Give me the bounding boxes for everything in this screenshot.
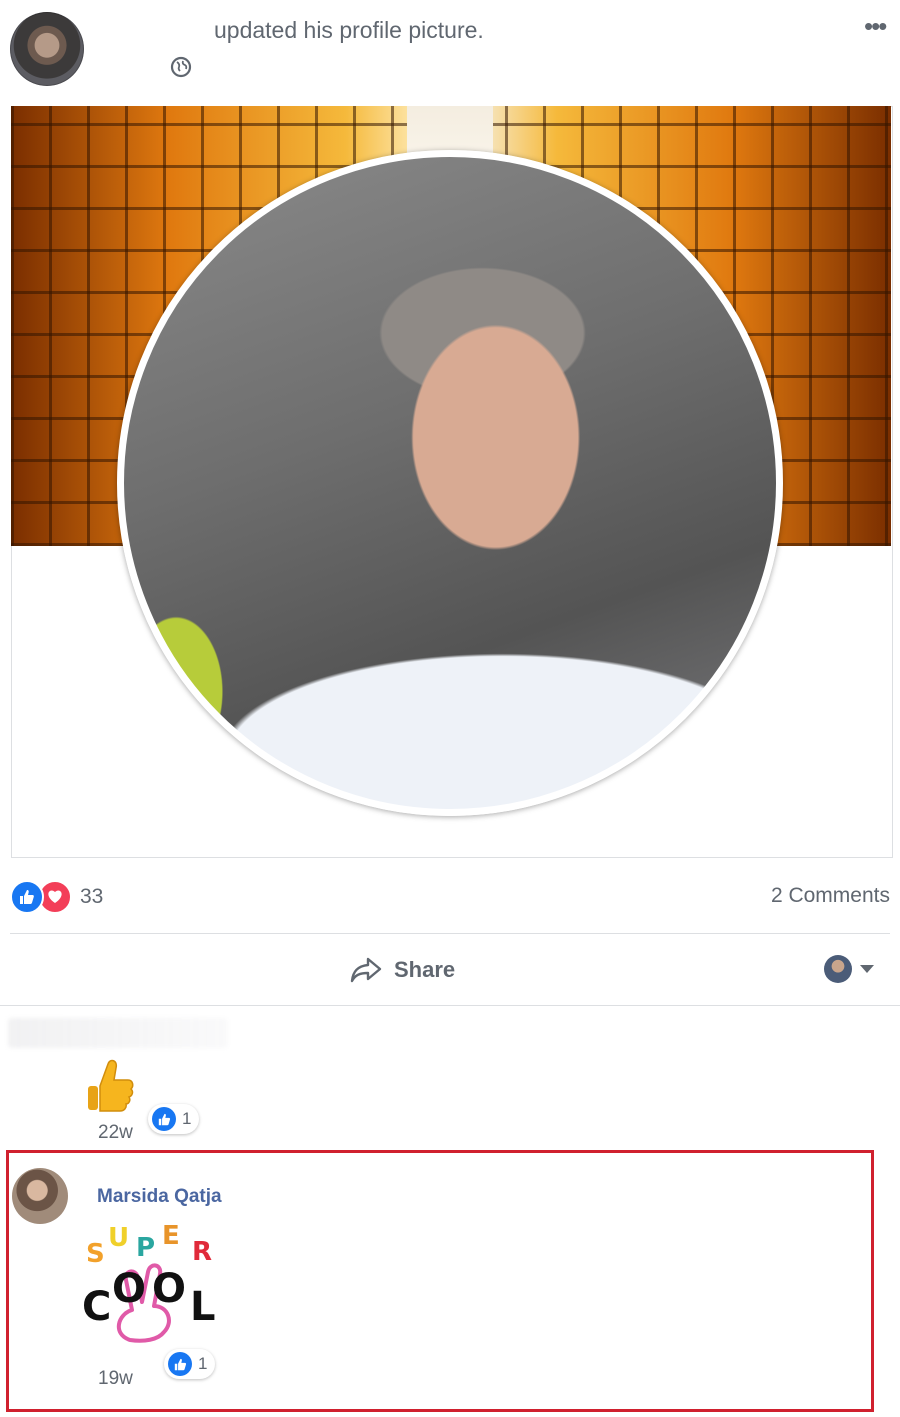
comment-timestamp[interactable]: 19w xyxy=(98,1368,133,1390)
audience-selector[interactable] xyxy=(824,955,874,983)
sticker-letter: O xyxy=(112,1266,146,1312)
divider xyxy=(10,933,890,934)
like-icon xyxy=(168,1352,192,1376)
comment-timestamp[interactable]: 22w xyxy=(98,1122,133,1144)
reaction-count: 33 xyxy=(80,885,104,908)
comment-count-link[interactable]: 2 Comments xyxy=(771,884,890,908)
sticker-letter: S xyxy=(86,1239,105,1269)
sticker-letter: P xyxy=(136,1233,155,1263)
commenter-avatar[interactable] xyxy=(12,1168,68,1224)
like-reaction-icon xyxy=(10,880,44,914)
comment-like-count[interactable]: 1 xyxy=(164,1349,216,1379)
chevron-down-icon xyxy=(860,965,874,973)
divider xyxy=(0,1005,900,1006)
share-label: Share xyxy=(394,957,456,982)
thumbs-up-emoji-icon xyxy=(88,1059,134,1112)
commenter-name[interactable]: Marsida Qatja xyxy=(97,1186,222,1208)
like-count: 1 xyxy=(198,1354,208,1373)
poster-avatar[interactable] xyxy=(10,12,84,86)
sticker-letter: U xyxy=(108,1223,129,1253)
super-cool-sticker: S U P E R C O O L xyxy=(82,1222,216,1343)
post-headline: updated his profile picture. xyxy=(214,17,484,43)
sticker-letter: L xyxy=(190,1284,216,1330)
sticker-letter: R xyxy=(192,1237,212,1267)
comment-like-count[interactable]: 1 xyxy=(148,1104,200,1134)
reaction-summary[interactable]: 33 xyxy=(10,880,103,914)
profile-picture[interactable] xyxy=(117,150,783,816)
blurred-comment-header xyxy=(8,1018,228,1048)
globe-icon[interactable] xyxy=(170,56,192,78)
sticker-letter: C xyxy=(82,1284,111,1330)
like-count: 1 xyxy=(182,1109,192,1128)
like-icon xyxy=(152,1107,176,1131)
sticker-letter: E xyxy=(162,1222,180,1251)
share-button[interactable]: Share xyxy=(350,952,455,988)
more-options-icon[interactable]: ••• xyxy=(864,12,887,40)
share-icon xyxy=(350,957,382,983)
sticker-letter: O xyxy=(152,1266,186,1312)
audience-avatar xyxy=(824,955,852,983)
